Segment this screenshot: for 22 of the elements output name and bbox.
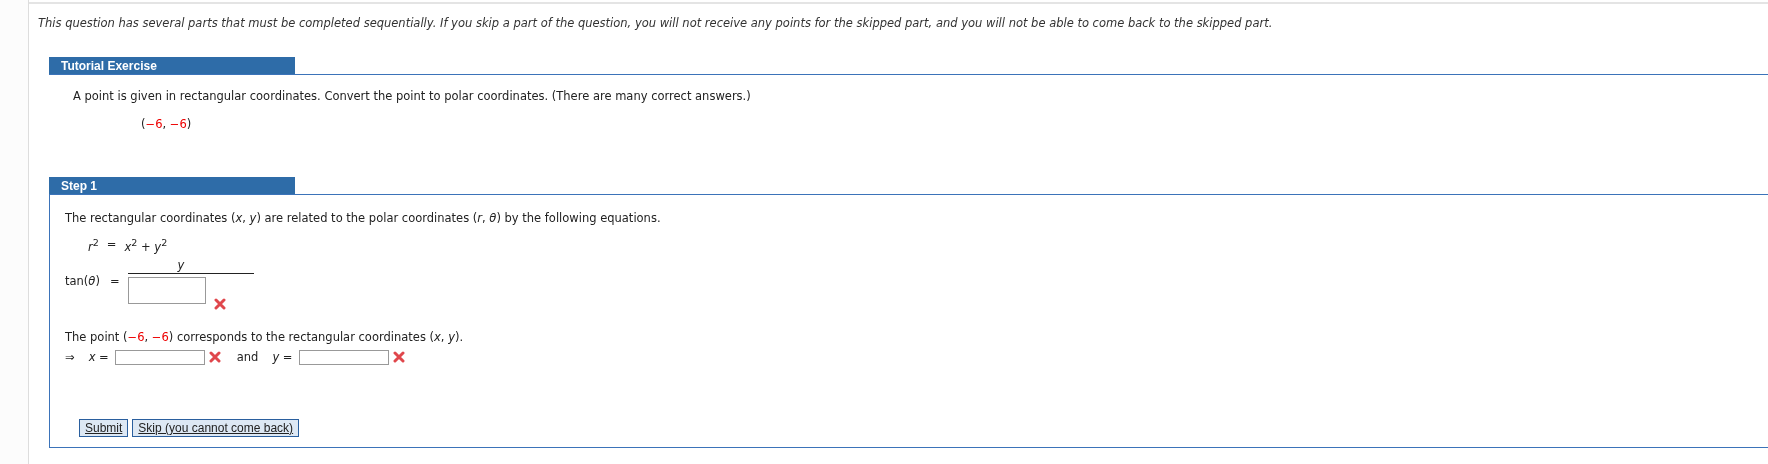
conjunction-text: and xyxy=(236,350,259,365)
instructions-note: This question has several parts that must be completed sequentially. If you skip a part of the question, you will not receive any points for the skipped part, and you will not be able to come back to the skipped part. xyxy=(38,16,1274,30)
field-label: x = xyxy=(88,350,109,365)
answer-field[interactable] xyxy=(298,349,389,365)
implies-symbol: ⇒ xyxy=(65,350,75,365)
problem-text: A point is given in rectangular coordinates. Convert the point to polar coordinates. (There are many correct answers.) xyxy=(73,89,752,103)
submit-button[interactable]: Submit xyxy=(79,418,129,437)
step-text: The point (−6, −6) corresponds to the rectangular coordinates (x, y). xyxy=(65,329,465,344)
equals-sign: = xyxy=(106,237,117,253)
fraction-numerator: y xyxy=(177,257,185,272)
equation-term: tan(θ) xyxy=(65,273,100,288)
step-text: The rectangular coordinates (x, y) are related to the polar coordinates (r, θ) by the following equations. xyxy=(65,211,662,225)
section-header: Step 1 xyxy=(49,177,295,194)
equation-term: x$^{2}$ + y$^{2}$ xyxy=(124,237,168,254)
skip-button[interactable]: Skip (you cannot come back) xyxy=(132,418,300,437)
equation-term: r$^{2}$ xyxy=(88,237,99,254)
equals-sign: = xyxy=(109,273,120,288)
section-header: Tutorial Exercise xyxy=(49,57,295,74)
answer-field[interactable] xyxy=(114,349,205,365)
answer-field[interactable] xyxy=(127,276,206,304)
point-coordinates: (−6, −6) xyxy=(141,117,193,131)
field-label: y = xyxy=(272,350,293,365)
